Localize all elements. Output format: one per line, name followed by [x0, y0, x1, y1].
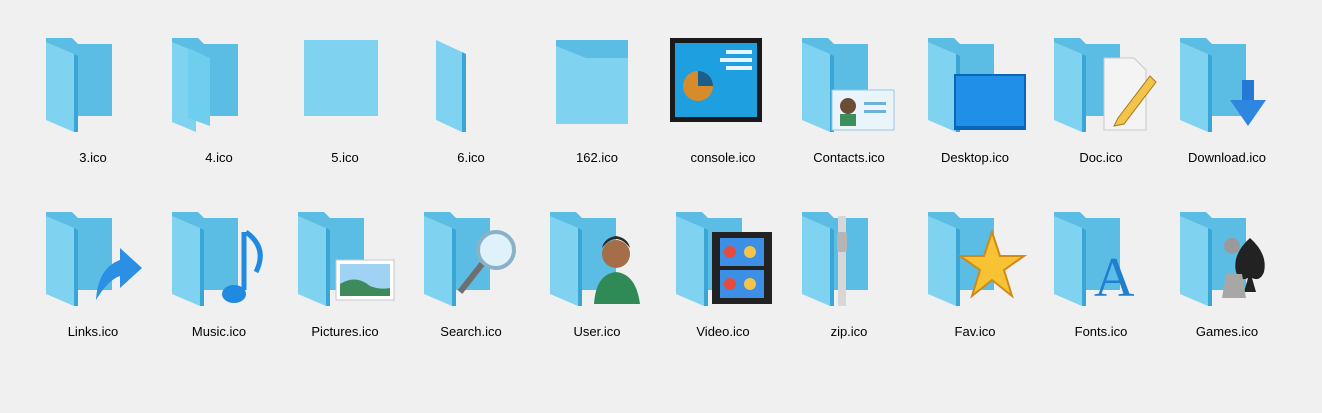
file-item[interactable]: zip.ico — [786, 202, 912, 352]
user-folder-icon — [542, 202, 654, 314]
games-folder-icon — [1172, 202, 1284, 314]
search-folder-icon — [416, 202, 528, 314]
fonts-folder-icon: A — [1046, 202, 1158, 314]
file-name: Contacts.ico — [813, 150, 885, 165]
links-folder-icon — [38, 202, 150, 314]
pictures-folder-icon — [290, 202, 402, 314]
file-item[interactable]: 3.ico — [30, 28, 156, 178]
folder-double-icon — [164, 28, 276, 140]
svg-text:A: A — [1094, 247, 1135, 309]
file-item[interactable]: Contacts.ico — [786, 28, 912, 178]
icon-row-1: 3.ico 4.ico 5.ico 6.ico 162.ico console.… — [30, 28, 1290, 178]
console-icon — [668, 28, 780, 140]
file-item[interactable]: User.ico — [534, 202, 660, 352]
file-item[interactable]: A Fonts.ico — [1038, 202, 1164, 352]
file-name: Pictures.ico — [311, 324, 379, 339]
file-item[interactable]: Desktop.ico — [912, 28, 1038, 178]
folder-front-icon — [542, 28, 654, 140]
file-item[interactable]: Links.ico — [30, 202, 156, 352]
file-name: 5.ico — [331, 150, 359, 165]
desktop-folder-icon — [920, 28, 1032, 140]
file-name: 162.ico — [576, 150, 618, 165]
folder-flat-icon — [290, 28, 402, 140]
file-name: 3.ico — [79, 150, 107, 165]
zip-folder-icon — [794, 202, 906, 314]
file-item[interactable]: 4.ico — [156, 28, 282, 178]
file-item[interactable]: Search.ico — [408, 202, 534, 352]
file-item[interactable]: 5.ico — [282, 28, 408, 178]
file-name: zip.ico — [830, 324, 868, 339]
file-name: Fav.ico — [954, 324, 996, 339]
icon-grid: 3.ico 4.ico 5.ico 6.ico 162.ico console.… — [0, 0, 1322, 413]
contacts-folder-icon — [794, 28, 906, 140]
file-item[interactable]: Download.ico — [1164, 28, 1290, 178]
file-item[interactable]: Doc.ico — [1038, 28, 1164, 178]
file-name: Video.ico — [696, 324, 750, 339]
file-item[interactable]: Fav.ico — [912, 202, 1038, 352]
video-folder-icon — [668, 202, 780, 314]
download-folder-icon — [1172, 28, 1284, 140]
music-folder-icon — [164, 202, 276, 314]
file-item[interactable]: 6.ico — [408, 28, 534, 178]
file-name: Links.ico — [67, 324, 119, 339]
file-name: User.ico — [573, 324, 621, 339]
file-item[interactable]: console.ico — [660, 28, 786, 178]
folder-side-icon — [416, 28, 528, 140]
file-name: Search.ico — [440, 324, 502, 339]
file-name: Download.ico — [1187, 150, 1267, 165]
file-item[interactable]: 162.ico — [534, 28, 660, 178]
file-name: console.ico — [690, 150, 756, 165]
file-name: Music.ico — [191, 324, 247, 339]
doc-folder-icon — [1046, 28, 1158, 140]
file-name: Fonts.ico — [1074, 324, 1128, 339]
favorites-folder-icon — [920, 202, 1032, 314]
file-item[interactable]: Games.ico — [1164, 202, 1290, 352]
file-name: 4.ico — [205, 150, 233, 165]
file-item[interactable]: Music.ico — [156, 202, 282, 352]
file-item[interactable]: Video.ico — [660, 202, 786, 352]
file-item[interactable]: Pictures.ico — [282, 202, 408, 352]
icon-row-2: Links.ico Music.ico Pictures.ico Search.… — [30, 202, 1290, 352]
folder-open-icon — [38, 28, 150, 140]
file-name: 6.ico — [457, 150, 485, 165]
file-name: Doc.ico — [1079, 150, 1123, 165]
file-name: Games.ico — [1195, 324, 1259, 339]
file-name: Desktop.ico — [941, 150, 1009, 165]
